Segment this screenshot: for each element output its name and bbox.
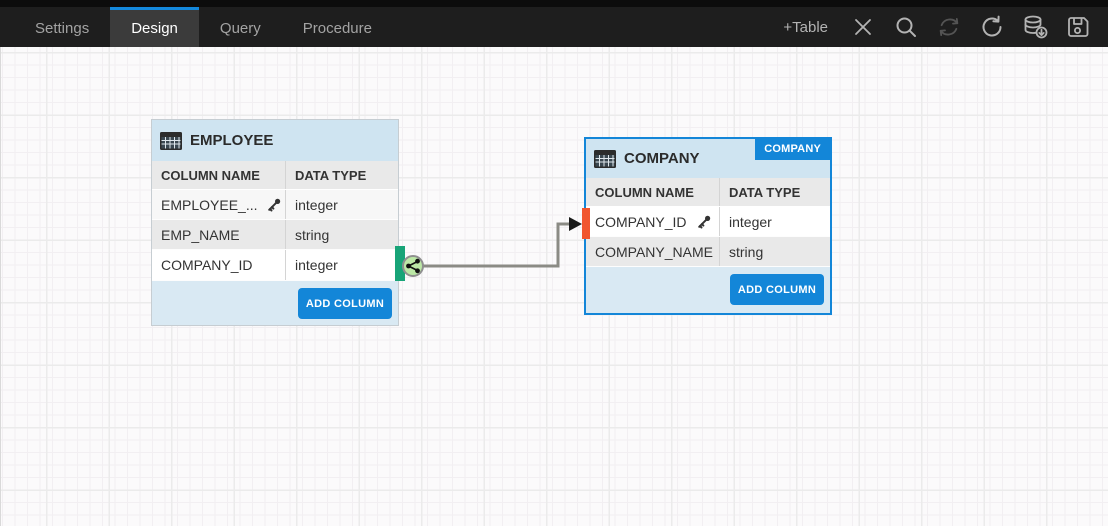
relation-branch-icon [409,262,418,271]
tab-query[interactable]: Query [199,7,282,47]
column-name: EMPLOYEE_... [161,197,257,213]
column-name: EMP_NAME [161,227,240,243]
column-type: integer [286,250,398,280]
relation-branch-dots [406,259,420,273]
close-icon[interactable] [849,13,877,41]
table-row[interactable]: COMPANY_ID integer [152,250,398,281]
data-type-header: DATA TYPE [286,161,398,189]
entity-table-company[interactable]: COMPANY COMPANY COLUMN NAME DATA TYPE CO [584,137,832,315]
column-name-header: COLUMN NAME [586,178,720,206]
tab-design[interactable]: Design [110,7,199,47]
top-toolbar: Settings Design Query Procedure +Table [0,0,1108,47]
column-type: string [720,237,830,266]
company-table-footer: ADD COLUMN [586,267,830,313]
design-canvas[interactable]: EMPLOYEE COLUMN NAME DATA TYPE EMPLOYEE_… [0,47,1108,526]
tab-procedure[interactable]: Procedure [282,7,393,47]
add-table-button[interactable]: +Table [783,19,828,36]
relation-arrowhead [569,217,582,231]
sync-icon[interactable] [935,13,963,41]
column-type: string [286,220,398,249]
selected-table-badge: COMPANY [755,139,830,160]
primary-key-icon [697,214,712,229]
primary-key-icon [267,197,282,212]
table-grid-icon [594,150,616,168]
add-column-button[interactable]: ADD COLUMN [298,288,392,319]
data-type-header: DATA TYPE [720,178,830,206]
table-row[interactable]: COMPANY_NAME string [586,237,830,267]
column-name: COMPANY_NAME [595,244,713,260]
search-icon[interactable] [892,13,920,41]
database-pull-icon[interactable] [1021,13,1049,41]
employee-table-header[interactable]: EMPLOYEE [152,120,398,161]
employee-table-footer: ADD COLUMN [152,281,398,325]
column-name-header: COLUMN NAME [152,161,286,189]
column-type: integer [720,207,830,236]
tab-bar: Settings Design Query Procedure [14,7,393,47]
toolbar-controls: +Table [783,7,1108,47]
employee-column-headers: COLUMN NAME DATA TYPE [152,161,398,190]
entity-table-employee[interactable]: EMPLOYEE COLUMN NAME DATA TYPE EMPLOYEE_… [151,119,399,326]
table-row[interactable]: COMPANY_ID integer [586,207,830,237]
column-name: COMPANY_ID [161,257,253,273]
relation-line[interactable] [423,224,569,266]
refresh-icon[interactable] [978,13,1006,41]
column-type: integer [286,190,398,219]
company-column-headers: COLUMN NAME DATA TYPE [586,178,830,207]
table-row[interactable]: EMP_NAME string [152,220,398,250]
employee-table-title: EMPLOYEE [190,132,273,149]
column-name: COMPANY_ID [595,214,687,230]
add-column-button[interactable]: ADD COLUMN [730,274,824,305]
table-row[interactable]: EMPLOYEE_... integer [152,190,398,220]
relation-many-symbol[interactable] [403,256,423,276]
company-table-title: COMPANY [624,150,700,167]
tab-settings[interactable]: Settings [14,7,110,47]
save-icon[interactable] [1064,13,1092,41]
table-grid-icon [160,132,182,150]
